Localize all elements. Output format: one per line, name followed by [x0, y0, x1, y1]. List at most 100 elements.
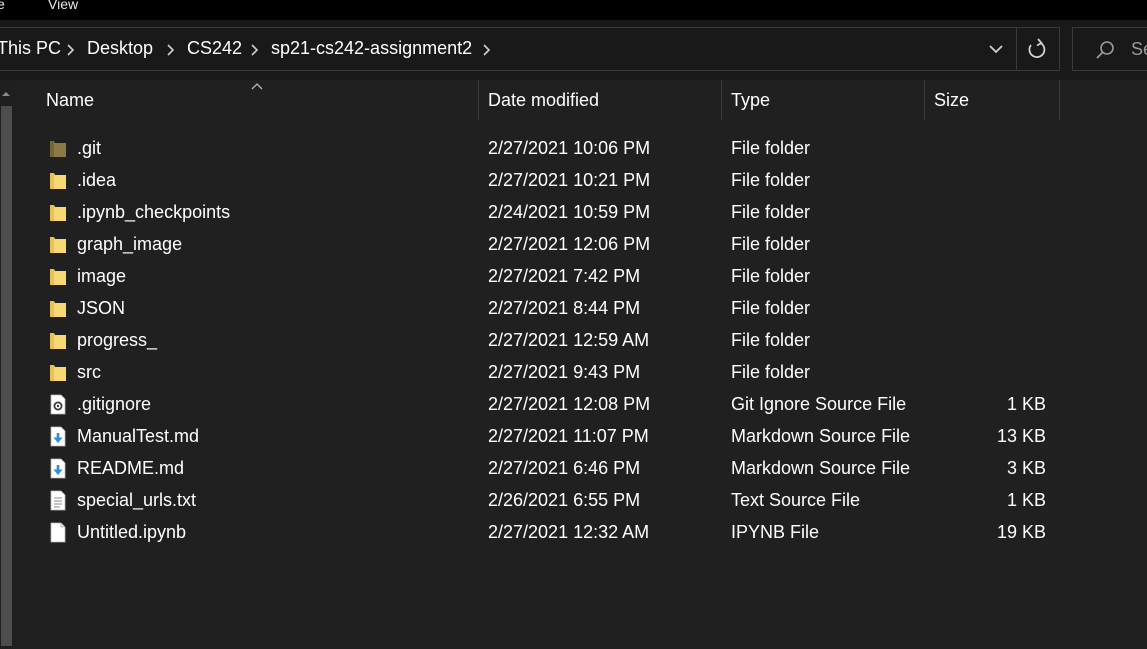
folder-icon	[49, 234, 67, 255]
file-row[interactable]: Untitled.ipynb 2/27/2021 12:32 AM IPYNB …	[42, 516, 1062, 548]
file-size: 3 KB	[1006, 458, 1046, 478]
file-row[interactable]: progress_ 2/27/2021 12:59 AM File folder	[42, 324, 1062, 356]
file-row[interactable]: .ipynb_checkpoints 2/24/2021 10:59 PM Fi…	[42, 196, 1062, 228]
file-type: Text Source File	[731, 490, 861, 510]
file-name: .idea	[77, 170, 117, 190]
folder-dim-icon	[49, 138, 67, 159]
folder-icon	[49, 170, 67, 191]
search-input[interactable]	[1131, 38, 1147, 60]
markdown-file-icon	[49, 426, 67, 447]
folder-icon	[49, 362, 67, 383]
file-type: File folder	[731, 170, 811, 190]
file-date-modified: 2/26/2021 6:55 PM	[488, 490, 641, 510]
column-header-type[interactable]: Type	[731, 90, 770, 111]
file-date-modified: 2/27/2021 10:06 PM	[488, 138, 651, 158]
column-resize-handle[interactable]	[478, 80, 479, 120]
file-date-modified: 2/27/2021 8:44 PM	[488, 298, 641, 318]
blank-file-icon	[49, 522, 67, 543]
folder-icon	[49, 202, 67, 223]
file-date-modified: 2/27/2021 6:46 PM	[488, 458, 641, 478]
file-list: Name Date modified Type Size .git 2/27/2…	[18, 80, 1147, 649]
column-resize-handle[interactable]	[924, 80, 925, 120]
file-date-modified: 2/27/2021 12:08 PM	[488, 394, 651, 414]
file-name: JSON	[77, 298, 126, 318]
folder-icon	[49, 298, 67, 319]
breadcrumb-this-pc[interactable]: This PC	[0, 38, 61, 59]
file-type: File folder	[731, 202, 811, 222]
file-row[interactable]: graph_image 2/27/2021 12:06 PM File fold…	[42, 228, 1062, 260]
file-name: graph_image	[77, 234, 183, 254]
scrollbar-thumb[interactable]	[1, 106, 12, 646]
menu-view[interactable]: View	[48, 0, 78, 12]
markdown-file-icon	[49, 458, 67, 479]
file-name: .gitignore	[77, 394, 152, 414]
refresh-icon[interactable]	[1017, 28, 1057, 70]
file-date-modified: 2/27/2021 11:07 PM	[488, 426, 649, 446]
address-row: This PC Desktop CS242 sp21-cs242-assignm…	[0, 20, 1147, 80]
file-type: File folder	[731, 362, 811, 382]
file-name: progress_	[77, 330, 158, 350]
scroll-up-icon[interactable]	[0, 88, 12, 100]
column-header-date[interactable]: Date modified	[488, 90, 599, 111]
file-type: Markdown Source File	[731, 458, 911, 478]
chevron-right-icon[interactable]	[165, 44, 175, 56]
address-bar[interactable]: This PC Desktop CS242 sp21-cs242-assignm…	[0, 27, 1060, 71]
file-row[interactable]: ManualTest.md 2/27/2021 11:07 PM Markdow…	[42, 420, 1062, 452]
file-type: IPYNB File	[731, 522, 820, 542]
file-size: 1 KB	[1006, 394, 1046, 414]
file-date-modified: 2/27/2021 10:21 PM	[488, 170, 651, 190]
folder-icon	[49, 266, 67, 287]
file-type: Markdown Source File	[731, 426, 911, 446]
file-row[interactable]: src 2/27/2021 9:43 PM File folder	[42, 356, 1062, 388]
settings-file-icon	[49, 394, 67, 415]
file-name: image	[77, 266, 127, 286]
search-icon	[1096, 41, 1114, 59]
file-size: 13 KB	[996, 426, 1046, 446]
file-type: File folder	[731, 138, 811, 158]
file-size: 19 KB	[996, 522, 1046, 542]
chevron-right-icon[interactable]	[481, 44, 491, 56]
file-row[interactable]: README.md 2/27/2021 6:46 PM Markdown Sou…	[42, 452, 1062, 484]
file-type: File folder	[731, 266, 811, 286]
file-date-modified: 2/27/2021 9:43 PM	[488, 362, 641, 382]
chevron-right-icon[interactable]	[249, 44, 259, 56]
chevron-down-icon[interactable]	[977, 28, 1015, 70]
column-resize-handle[interactable]	[721, 80, 722, 120]
file-row[interactable]: .gitignore 2/27/2021 12:08 PM Git Ignore…	[42, 388, 1062, 420]
file-type: Git Ignore Source File	[731, 394, 907, 414]
sort-ascending-icon	[251, 83, 263, 90]
file-date-modified: 2/27/2021 12:06 PM	[488, 234, 651, 254]
breadcrumb-cs242[interactable]: CS242	[187, 38, 242, 59]
file-type: File folder	[731, 234, 811, 254]
text-file-icon	[49, 490, 67, 511]
chevron-right-icon[interactable]	[65, 44, 75, 56]
file-name: ManualTest.md	[77, 426, 200, 446]
column-header-name[interactable]: Name	[46, 90, 94, 111]
file-name: special_urls.txt	[77, 490, 197, 510]
menu-file[interactable]: e	[0, 0, 5, 12]
breadcrumb-assignment[interactable]: sp21-cs242-assignment2	[271, 38, 472, 59]
file-name: README.md	[77, 458, 185, 478]
column-resize-handle[interactable]	[1059, 80, 1060, 120]
file-row[interactable]: image 2/27/2021 7:42 PM File folder	[42, 260, 1062, 292]
file-date-modified: 2/27/2021 12:32 AM	[488, 522, 650, 542]
file-date-modified: 2/24/2021 10:59 PM	[488, 202, 651, 222]
file-name: src	[77, 362, 101, 382]
search-box[interactable]	[1072, 27, 1147, 71]
file-row[interactable]: JSON 2/27/2021 8:44 PM File folder	[42, 292, 1062, 324]
file-date-modified: 2/27/2021 12:59 AM	[488, 330, 650, 350]
folder-icon	[49, 330, 67, 351]
column-header-size[interactable]: Size	[934, 90, 969, 111]
breadcrumb-desktop[interactable]: Desktop	[87, 38, 153, 59]
navigation-pane-scrollbar[interactable]	[0, 80, 18, 649]
file-name: Untitled.ipynb	[77, 522, 187, 542]
file-size: 1 KB	[1006, 490, 1046, 510]
menu-bar: e View	[0, 0, 1147, 20]
file-date-modified: 2/27/2021 7:42 PM	[488, 266, 641, 286]
file-type: File folder	[731, 298, 811, 318]
file-name: .ipynb_checkpoints	[77, 202, 231, 222]
file-type: File folder	[731, 330, 811, 350]
file-row[interactable]: .idea 2/27/2021 10:21 PM File folder	[42, 164, 1062, 196]
file-row[interactable]: special_urls.txt 2/26/2021 6:55 PM Text …	[42, 484, 1062, 516]
file-row[interactable]: .git 2/27/2021 10:06 PM File folder	[42, 132, 1062, 164]
